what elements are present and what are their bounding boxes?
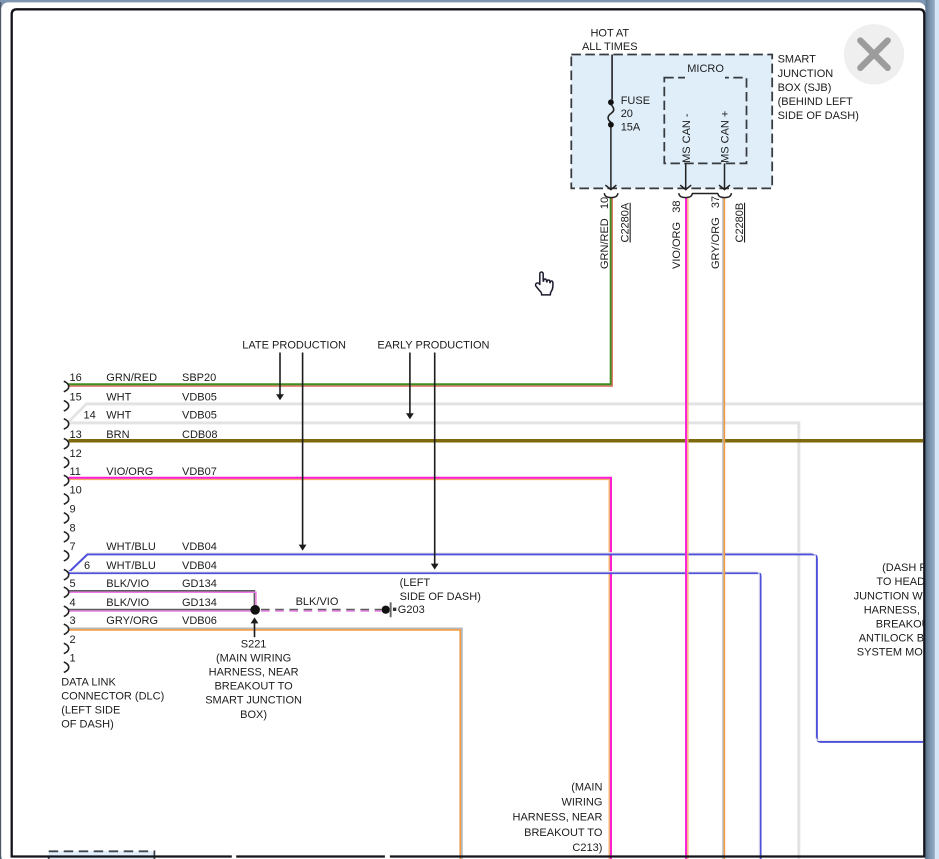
svg-text:BRN: BRN — [106, 429, 129, 441]
svg-text:ALL TIMES: ALL TIMES — [582, 41, 638, 53]
svg-text:(LEFT: (LEFT — [400, 577, 431, 589]
svg-text:BREAKOUT TO: BREAKOUT TO — [214, 681, 293, 693]
svg-text:5: 5 — [70, 578, 76, 590]
svg-text:OF DASH): OF DASH) — [61, 719, 114, 731]
svg-text:BOX (SJB): BOX (SJB) — [778, 82, 832, 94]
svg-text:LATE PRODUCTION: LATE PRODUCTION — [242, 340, 346, 352]
svg-text:WHT/BLU: WHT/BLU — [106, 541, 156, 553]
svg-text:HOT AT: HOT AT — [590, 27, 629, 39]
svg-text:VDB05: VDB05 — [182, 409, 217, 421]
svg-text:SMART: SMART — [778, 54, 817, 66]
svg-text:GRY/ORG: GRY/ORG — [106, 615, 158, 627]
svg-text:SIDE OF DASH): SIDE OF DASH) — [778, 110, 859, 122]
svg-text:BLK/VIO: BLK/VIO — [106, 578, 149, 590]
svg-text:15: 15 — [70, 391, 82, 403]
svg-text:C213): C213) — [572, 842, 602, 854]
svg-text:11: 11 — [70, 466, 81, 478]
svg-text:MS CAN -: MS CAN - — [681, 113, 693, 163]
svg-text:1: 1 — [70, 653, 76, 665]
svg-text:VIO/ORG 38: VIO/ORG 38 — [671, 201, 683, 269]
svg-text:S221: S221 — [241, 638, 267, 650]
svg-text:MS CAN +: MS CAN + — [719, 111, 731, 163]
svg-text:SMART JUNCTION: SMART JUNCTION — [205, 695, 302, 707]
svg-text:HARNESS, NEAR: HARNESS, NEAR — [513, 812, 603, 824]
svg-text:CONNECTOR (DLC): CONNECTOR (DLC) — [61, 691, 164, 703]
svg-text:10: 10 — [70, 485, 82, 497]
svg-text:BREAKOUT TO: BREAKOUT TO — [524, 827, 603, 839]
svg-text:WHT: WHT — [106, 391, 131, 403]
svg-text:16: 16 — [70, 372, 82, 384]
svg-text:BLK/VIO: BLK/VIO — [106, 597, 149, 609]
svg-text:SBP20: SBP20 — [182, 372, 216, 384]
svg-text:4: 4 — [70, 597, 76, 609]
svg-text:C2280B: C2280B — [734, 203, 746, 243]
svg-text:VIO/ORG: VIO/ORG — [106, 466, 153, 478]
svg-text:VDB04: VDB04 — [182, 560, 217, 572]
svg-text:WIRING: WIRING — [561, 797, 602, 809]
svg-text:SIDE OF DASH): SIDE OF DASH) — [400, 591, 481, 603]
svg-text:MICRO: MICRO — [687, 63, 724, 75]
svg-text:GRN/RED 10: GRN/RED 10 — [599, 197, 611, 269]
svg-text:2: 2 — [70, 634, 76, 646]
svg-text:G203: G203 — [398, 604, 425, 616]
svg-text:GRN/RED: GRN/RED — [106, 372, 157, 384]
svg-text:6: 6 — [84, 560, 90, 572]
svg-text:GRY/ORG 37: GRY/ORG 37 — [710, 196, 722, 269]
svg-text:EARLY PRODUCTION: EARLY PRODUCTION — [377, 340, 489, 352]
svg-text:(MAIN: (MAIN — [571, 781, 602, 793]
svg-text:FUSE: FUSE — [621, 95, 650, 107]
svg-text:VDB07: VDB07 — [182, 466, 217, 478]
svg-text:GD134: GD134 — [182, 578, 217, 590]
svg-text:VDB05: VDB05 — [182, 391, 217, 403]
svg-text:HARNESS, NEAR: HARNESS, NEAR — [209, 667, 299, 679]
svg-text:VDB06: VDB06 — [182, 615, 217, 627]
svg-text:20: 20 — [621, 108, 633, 120]
svg-text:DATA LINK: DATA LINK — [61, 676, 116, 688]
svg-text:15A: 15A — [621, 122, 641, 134]
svg-text:7: 7 — [70, 541, 76, 553]
svg-text:9: 9 — [70, 504, 76, 516]
svg-text:8: 8 — [70, 522, 76, 534]
svg-text:VDB04: VDB04 — [182, 541, 217, 553]
svg-text:12: 12 — [70, 448, 82, 460]
svg-text:BOX): BOX) — [240, 709, 267, 721]
svg-text:(LEFT SIDE: (LEFT SIDE — [61, 705, 120, 717]
svg-text:CDB08: CDB08 — [182, 429, 217, 441]
svg-text:(MAIN WIRING: (MAIN WIRING — [216, 652, 291, 664]
svg-text:GD134: GD134 — [182, 597, 217, 609]
svg-text:WHT: WHT — [106, 409, 131, 421]
svg-text:JUNCTION: JUNCTION — [778, 68, 834, 80]
svg-text:WHT/BLU: WHT/BLU — [106, 560, 156, 572]
svg-text:13: 13 — [70, 429, 82, 441]
svg-text:BLK/VIO: BLK/VIO — [296, 596, 339, 608]
svg-text:3: 3 — [70, 615, 76, 627]
svg-text:14: 14 — [84, 409, 96, 421]
svg-text:C2280A: C2280A — [620, 202, 632, 242]
svg-text:(BEHIND LEFT: (BEHIND LEFT — [778, 96, 853, 108]
